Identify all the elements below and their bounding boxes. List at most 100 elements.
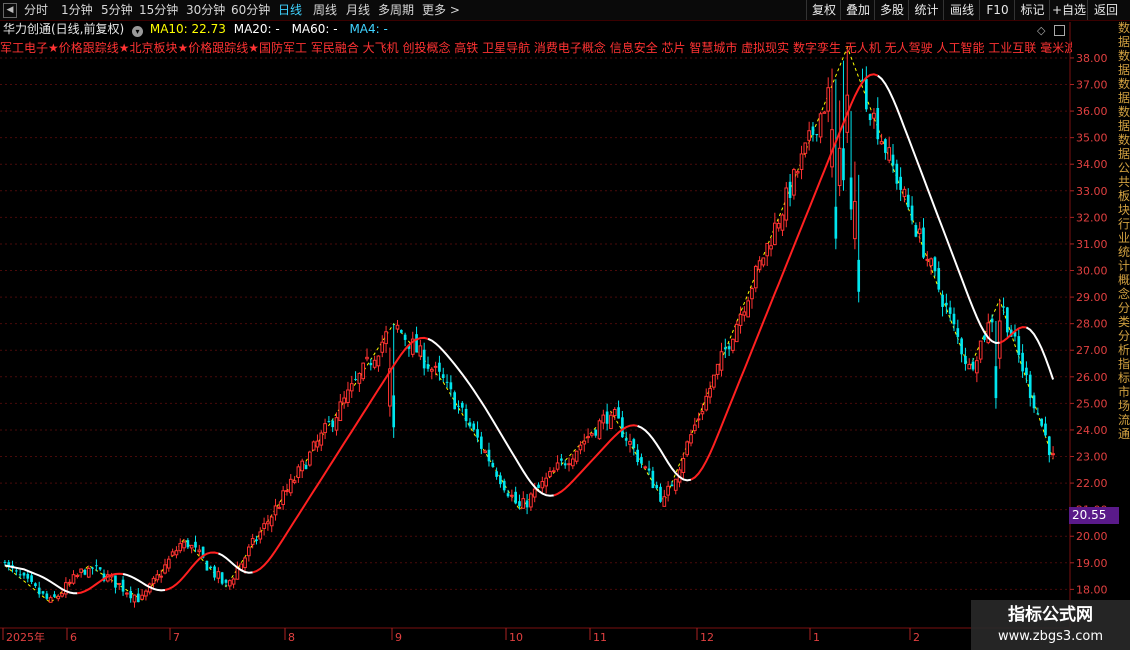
- candle-body: [815, 133, 819, 136]
- candle-body: [197, 549, 202, 553]
- candle-body: [696, 418, 701, 421]
- candle-body: [967, 363, 972, 370]
- candle-body: [769, 245, 773, 250]
- candle-body: [491, 462, 495, 467]
- ma-long-line: [427, 337, 554, 497]
- candle-body: [18, 574, 22, 576]
- candle-body: [624, 438, 628, 441]
- candle-body: [464, 408, 468, 422]
- candle-body: [292, 480, 297, 483]
- candle-body: [129, 590, 133, 599]
- candle-body: [281, 490, 285, 506]
- candle-body: [502, 480, 506, 491]
- candle-body: [1036, 413, 1040, 415]
- candle-body: [422, 349, 426, 369]
- candle-body: [891, 154, 895, 166]
- candle-body: [140, 594, 144, 600]
- ma-lines: [4, 73, 1055, 595]
- candle-body: [26, 573, 30, 579]
- candle-body: [799, 153, 804, 170]
- candle-body: [457, 405, 460, 407]
- candle-body: [651, 470, 655, 489]
- candle-body: [655, 484, 659, 489]
- candle-body: [712, 374, 716, 388]
- candle-body: [628, 440, 632, 445]
- candle-body: [45, 593, 49, 599]
- x-tick-label: 1: [813, 631, 820, 644]
- candle-body: [895, 163, 899, 184]
- candle-body: [86, 567, 91, 578]
- candle-body: [1051, 453, 1055, 456]
- x-tick-label: 2025年: [6, 630, 45, 644]
- candle-body: [586, 436, 590, 439]
- candle-body: [964, 355, 967, 365]
- candle-body: [216, 571, 221, 579]
- candle-body: [67, 581, 72, 584]
- candle-body: [220, 572, 224, 584]
- candles: [3, 47, 1055, 608]
- candle-body: [948, 307, 952, 314]
- y-tick-label: 23.00: [1076, 451, 1108, 464]
- candle-body: [659, 486, 662, 502]
- zigzag-line: [4, 45, 1054, 604]
- candle-body: [773, 222, 777, 246]
- candle-body: [476, 429, 479, 438]
- y-tick-label: 36.00: [1076, 105, 1108, 118]
- candle-body: [971, 361, 975, 370]
- candle-body: [910, 205, 914, 221]
- candle-body: [738, 313, 743, 326]
- watermark: 指标公式网 www.zbgs3.com: [971, 600, 1130, 650]
- candle-body: [818, 113, 823, 138]
- y-tick-label: 18.00: [1076, 583, 1108, 596]
- candle-body: [922, 227, 925, 258]
- ma-long-line: [164, 551, 219, 591]
- candle-body: [879, 141, 884, 145]
- candle-body: [632, 439, 636, 449]
- candle-body: [540, 480, 545, 489]
- candle-body: [231, 578, 236, 585]
- candle-body: [746, 300, 751, 318]
- candle-body: [75, 574, 80, 577]
- candle-body: [15, 570, 18, 572]
- candle-body: [311, 441, 316, 451]
- candle-body: [125, 592, 129, 595]
- candle-body: [1032, 395, 1036, 409]
- candle-body: [1047, 436, 1051, 456]
- kline-chart[interactable]: 18.0019.0020.0021.0022.0023.0024.0025.00…: [0, 0, 1130, 650]
- candle-body: [194, 541, 197, 548]
- candle-body: [899, 176, 902, 190]
- candle-body: [876, 107, 880, 140]
- candle-body: [811, 126, 815, 135]
- candle-body: [640, 457, 643, 464]
- candle-body: [578, 444, 583, 451]
- candle-body: [681, 457, 686, 474]
- candle-body: [376, 355, 381, 367]
- candle-body: [822, 111, 827, 114]
- candle-body: [155, 574, 160, 581]
- candle-body: [933, 257, 937, 272]
- candle-body: [288, 478, 293, 494]
- candle-body: [117, 582, 122, 585]
- candle-body: [715, 363, 720, 375]
- candle-body: [495, 471, 498, 477]
- candle-body: [91, 567, 94, 569]
- candle-body: [468, 422, 472, 427]
- candle-body: [807, 130, 811, 141]
- candle-body: [262, 523, 266, 529]
- candle-body: [548, 470, 552, 477]
- y-tick-label: 32.00: [1076, 211, 1108, 224]
- candle-body: [323, 423, 327, 434]
- candle-body: [392, 395, 396, 428]
- candle-body: [734, 323, 739, 343]
- candle-body: [689, 434, 693, 444]
- y-tick-label: 38.00: [1076, 52, 1108, 65]
- y-tick-label: 37.00: [1076, 79, 1108, 92]
- candle-body: [349, 383, 354, 392]
- candle-body: [250, 537, 255, 545]
- y-tick-label: 34.00: [1076, 158, 1108, 171]
- candle-body: [365, 356, 369, 360]
- grid: [0, 22, 1071, 629]
- candle-body: [1040, 418, 1043, 426]
- candle-body: [170, 551, 175, 556]
- candle-body: [590, 432, 594, 436]
